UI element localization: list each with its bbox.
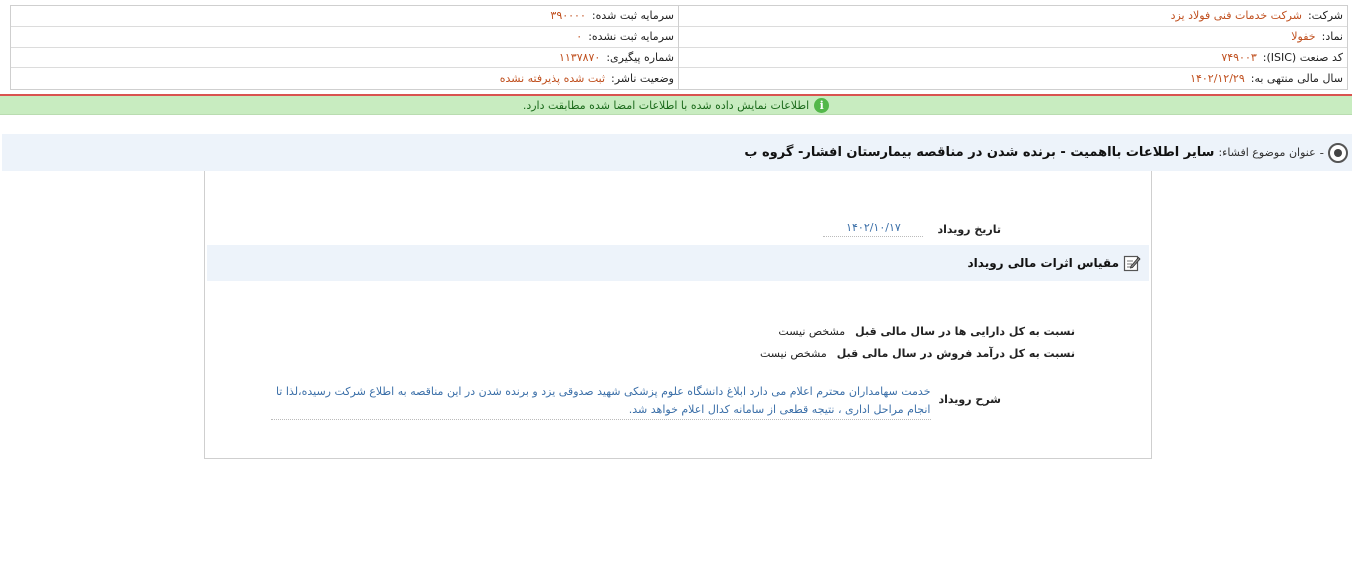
company-label: شرکت:	[1307, 9, 1343, 23]
event-date-row: تاریخ رویداد ۱۴۰۲/۱۰/۱۷	[823, 221, 1001, 237]
unregistered-capital-value: ۰	[576, 30, 583, 44]
company-info-table: شرکت: شرکت خدمات فنی فولاد یزد نماد: خفو…	[10, 5, 1348, 90]
tracking-number-row: شماره پیگیری: ۱۱۳۷۸۷۰	[11, 48, 678, 69]
registered-capital-row: سرمایه ثبت شده: ۳۹۰۰۰۰	[11, 6, 678, 27]
registered-capital-value: ۳۹۰۰۰۰	[550, 9, 586, 23]
event-description-row: شرح رویداد خدمت سهامداران محترم اعلام می…	[270, 383, 1002, 420]
company-value[interactable]: شرکت خدمات فنی فولاد یزد	[1171, 9, 1302, 22]
verification-banner: i اطلاعات نمایش داده شده با اطلاعات امضا…	[0, 96, 1352, 115]
ratio-assets-row: نسبت به کل دارایی ها در سال مالی قبل مشخ…	[778, 325, 1075, 338]
industry-value: ۷۴۹۰۰۳	[1221, 50, 1257, 64]
info-icon: i	[814, 97, 830, 113]
symbol-value[interactable]: خفولا	[1291, 30, 1315, 43]
event-description-label: شرح رویداد	[938, 393, 1002, 406]
disclosure-title: سایر اطلاعات بااهمیت - برنده شدن در مناق…	[744, 145, 1215, 160]
fiscal-year-label: سال مالی منتهی به:	[1250, 72, 1343, 86]
target-icon	[1328, 142, 1348, 163]
ratio-revenue-label: نسبت به کل درآمد فروش در سال مالی قبل	[836, 347, 1075, 360]
registered-capital-label: سرمایه ثبت شده:	[591, 9, 674, 23]
verification-message: اطلاعات نمایش داده شده با اطلاعات امضا ش…	[522, 98, 810, 112]
publisher-status-row: وضعیت ناشر: ثبت شده پذیرفته نشده	[11, 68, 678, 89]
disclosure-title-bar: - عنوان موضوع افشاء: سایر اطلاعات بااهمی…	[2, 134, 1352, 171]
company-row: شرکت: شرکت خدمات فنی فولاد یزد	[679, 6, 1347, 27]
fiscal-year-row: سال مالی منتهی به: ۱۴۰۲/۱۲/۲۹	[679, 68, 1347, 89]
edit-note-icon	[1123, 255, 1141, 272]
event-date-value: ۱۴۰۲/۱۰/۱۷	[823, 221, 924, 237]
ratio-assets-label: نسبت به کل دارایی ها در سال مالی قبل	[855, 325, 1075, 338]
ratio-assets-value: مشخص نیست	[778, 325, 846, 338]
disclosure-content: تاریخ رویداد ۱۴۰۲/۱۰/۱۷ مقیاس اثرات مالی…	[204, 171, 1152, 459]
tracking-number-value: ۱۱۳۷۸۷۰	[558, 50, 601, 64]
event-date-label: تاریخ رویداد	[937, 222, 1001, 236]
symbol-label: نماد:	[1321, 30, 1343, 44]
financial-impact-section-header: مقیاس اثرات مالی رویداد	[207, 245, 1149, 281]
company-info-right-column: شرکت: شرکت خدمات فنی فولاد یزد نماد: خفو…	[678, 6, 1347, 89]
disclosure-subject-label: عنوان موضوع افشاء:	[1218, 146, 1316, 159]
ratio-revenue-value: مشخص نیست	[759, 347, 827, 360]
publisher-status-value: ثبت شده پذیرفته نشده	[499, 72, 606, 86]
financial-impact-title: مقیاس اثرات مالی رویداد	[967, 256, 1119, 270]
unregistered-capital-row: سرمایه ثبت نشده: ۰	[11, 27, 678, 48]
fiscal-year-value: ۱۴۰۲/۱۲/۲۹	[1190, 72, 1245, 86]
company-info-left-column: سرمایه ثبت شده: ۳۹۰۰۰۰ سرمایه ثبت نشده: …	[11, 6, 678, 89]
tracking-number-label: شماره پیگیری:	[606, 50, 674, 64]
publisher-status-label: وضعیت ناشر:	[611, 72, 674, 86]
industry-label: کد صنعت (ISIC):	[1262, 50, 1343, 64]
ratio-revenue-row: نسبت به کل درآمد فروش در سال مالی قبل مش…	[760, 347, 1075, 360]
symbol-row: نماد: خفولا	[679, 27, 1347, 48]
event-description-text: خدمت سهامداران محترم اعلام می دارد ابلاغ…	[270, 383, 931, 420]
title-dash: -	[1319, 145, 1324, 160]
unregistered-capital-label: سرمایه ثبت نشده:	[588, 30, 674, 44]
industry-row: کد صنعت (ISIC): ۷۴۹۰۰۳	[679, 48, 1347, 69]
